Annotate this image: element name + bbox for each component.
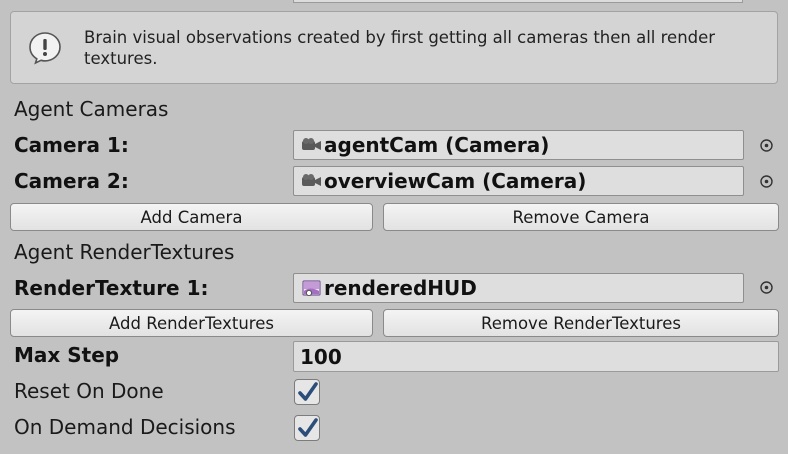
help-text: Brain visual observations created by fir… — [84, 28, 716, 68]
reset-on-done-label: Reset On Done — [14, 379, 164, 403]
checkmark-icon — [298, 418, 318, 437]
max-step-label: Max Step — [14, 343, 120, 367]
object-picker-icon[interactable] — [759, 280, 774, 295]
camera-2-field[interactable]: overviewCam (Camera) — [293, 166, 744, 196]
reset-on-done-checkbox[interactable] — [294, 379, 320, 405]
camera-1-value: agentCam (Camera) — [324, 133, 550, 157]
render-texture-1-value: renderedHUD — [324, 276, 477, 300]
camera-icon — [302, 174, 321, 186]
object-picker-icon[interactable] — [759, 174, 774, 189]
section-label-agent-render-textures: Agent RenderTextures — [14, 240, 235, 264]
remove-render-textures-button[interactable]: Remove RenderTextures — [383, 309, 779, 337]
checkmark-icon — [298, 382, 318, 401]
render-texture-1-field[interactable]: renderedHUD — [293, 273, 744, 303]
camera-icon — [302, 138, 321, 150]
max-step-input[interactable] — [293, 341, 779, 372]
section-label-agent-cameras: Agent Cameras — [14, 97, 169, 121]
on-demand-decisions-label: On Demand Decisions — [14, 415, 236, 439]
camera-1-field[interactable]: agentCam (Camera) — [293, 130, 744, 160]
render-texture-1-label: RenderTexture 1: — [14, 276, 209, 300]
object-picker-icon[interactable] — [759, 138, 774, 153]
render-texture-icon — [302, 280, 321, 296]
remove-camera-button[interactable]: Remove Camera — [383, 203, 779, 231]
add-camera-button[interactable]: Add Camera — [10, 203, 373, 231]
camera-2-label: Camera 2: — [14, 169, 129, 193]
help-box: Brain visual observations created by fir… — [10, 11, 778, 84]
add-render-textures-button[interactable]: Add RenderTextures — [10, 309, 373, 337]
previous-field-partial[interactable] — [293, 0, 743, 3]
info-exclamation-icon — [29, 32, 61, 65]
camera-2-value: overviewCam (Camera) — [324, 169, 587, 193]
camera-1-label: Camera 1: — [14, 133, 129, 157]
on-demand-decisions-checkbox[interactable] — [294, 415, 320, 441]
